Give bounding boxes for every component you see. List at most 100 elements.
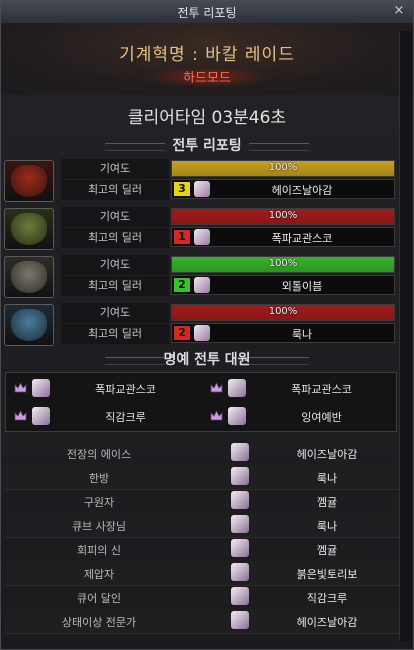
difficulty-mode: 하드모드 bbox=[183, 71, 231, 86]
dealer-name: 폭파교관스코 bbox=[271, 232, 333, 245]
contribution-value: 100% bbox=[268, 306, 298, 317]
report-section-title: 전투 리포팅 bbox=[172, 138, 242, 154]
honor-panel: 폭파교관스코 폭파교관스코 직감크루 잉여예반 bbox=[5, 372, 397, 432]
rank-badge: 3 bbox=[174, 182, 190, 196]
honor-member: 잉여예반 bbox=[202, 403, 397, 431]
award-title: 큐브 사장님 bbox=[71, 520, 127, 533]
honor-member-name: 직감크루 bbox=[105, 411, 146, 424]
ornament-left bbox=[105, 143, 165, 151]
award-player: 붉은빛토리보 bbox=[296, 568, 358, 581]
contribution-bar: 100% bbox=[171, 208, 395, 225]
top-dealer: 3 헤이즈날아감 bbox=[171, 179, 395, 199]
contribution-bar: 100% bbox=[171, 304, 395, 321]
award-title: 한방 bbox=[88, 472, 110, 485]
honor-member: 직감크루 bbox=[6, 403, 201, 431]
scrollbar[interactable] bbox=[399, 31, 412, 641]
contribution-bar: 100% bbox=[171, 160, 395, 177]
ornament-left bbox=[105, 357, 165, 365]
dealer-name: 룩나 bbox=[291, 328, 313, 341]
dealer-name: 헤이즈날아감 bbox=[271, 184, 333, 197]
report-section-header: 전투 리포팅 bbox=[1, 135, 413, 157]
battle-report-window: 전투 리포팅 × 기계혁명 : 바칼 레이드 하드모드 클리어타임 03분46초… bbox=[0, 0, 414, 650]
crown-icon bbox=[210, 382, 223, 393]
contribution-value: 100% bbox=[268, 162, 298, 173]
top-dealer: 2 룩나 bbox=[171, 323, 395, 343]
character-avatar bbox=[231, 563, 249, 581]
award-title: 회피의 신 bbox=[77, 544, 121, 557]
contribution-label: 기여도 bbox=[61, 303, 169, 323]
top-dealer: 1 폭파교관스코 bbox=[171, 227, 395, 247]
rank-badge: 2 bbox=[174, 278, 190, 292]
award-row: 구원자 껨귤 bbox=[5, 489, 405, 514]
award-row: 제압자 붉은빛토리보 bbox=[5, 561, 405, 586]
clear-time: 클리어타임 03분46초 bbox=[127, 108, 287, 128]
boss-report-row: 기여도 100% 최고의 딜러 2 외톨이븜 bbox=[1, 255, 413, 301]
character-avatar bbox=[194, 277, 210, 293]
boss-report-row: 기여도 100% 최고의 딜러 2 룩나 bbox=[1, 303, 413, 349]
character-avatar bbox=[231, 443, 249, 461]
contribution-label: 기여도 bbox=[61, 255, 169, 275]
character-avatar bbox=[228, 379, 246, 397]
top-dealer-label: 최고의 딜러 bbox=[61, 324, 169, 344]
award-player: 껨귤 bbox=[316, 496, 338, 509]
award-row: 회피의 신 껨귤 bbox=[5, 537, 405, 562]
award-row: 큐어 달인 직감크루 bbox=[5, 585, 405, 610]
blue-mech-boss-icon bbox=[4, 304, 54, 346]
award-player: 헤이즈날아감 bbox=[296, 616, 358, 629]
title-bar[interactable]: 전투 리포팅 × bbox=[1, 1, 413, 24]
award-title: 제압자 bbox=[83, 568, 115, 581]
honor-section-title: 명예 전투 대원 bbox=[163, 352, 251, 368]
red-mech-boss-icon bbox=[4, 160, 54, 202]
character-avatar bbox=[194, 325, 210, 341]
boss-report-row: 기여도 100% 최고의 딜러 1 폭파교관스코 bbox=[1, 207, 413, 253]
honor-member: 폭파교관스코 bbox=[202, 375, 397, 403]
character-avatar bbox=[194, 229, 210, 245]
award-player: 룩나 bbox=[316, 520, 338, 533]
character-avatar bbox=[231, 611, 249, 629]
crown-icon bbox=[14, 410, 27, 421]
close-icon[interactable]: × bbox=[391, 3, 407, 19]
award-title: 구원자 bbox=[83, 496, 115, 509]
honor-member-name: 폭파교관스코 bbox=[95, 383, 156, 396]
award-player: 껨귤 bbox=[316, 544, 338, 557]
character-avatar bbox=[231, 539, 249, 557]
character-avatar bbox=[231, 515, 249, 533]
crown-icon bbox=[14, 382, 27, 393]
rank-badge: 1 bbox=[174, 230, 190, 244]
character-avatar bbox=[231, 587, 249, 605]
contribution-label: 기여도 bbox=[61, 159, 169, 179]
award-row: 전장의 에이스 헤이즈날아감 bbox=[5, 441, 405, 466]
character-avatar bbox=[231, 467, 249, 485]
contribution-value: 100% bbox=[268, 258, 298, 269]
character-avatar bbox=[32, 407, 50, 425]
top-dealer-label: 최고의 딜러 bbox=[61, 276, 169, 296]
award-title: 큐어 달인 bbox=[77, 592, 121, 605]
award-player: 룩나 bbox=[316, 472, 338, 485]
dealer-name: 외톨이븜 bbox=[281, 280, 323, 293]
character-avatar bbox=[231, 491, 249, 509]
green-mech-boss-icon bbox=[4, 208, 54, 250]
honor-member-name: 폭파교관스코 bbox=[291, 383, 352, 396]
award-row: 한방 룩나 bbox=[5, 465, 405, 490]
honor-member-name: 잉여예반 bbox=[301, 411, 342, 424]
top-dealer-label: 최고의 딜러 bbox=[61, 228, 169, 248]
award-row: 큐브 사장님 룩나 bbox=[5, 513, 405, 538]
award-title: 상태이상 전문가 bbox=[61, 616, 137, 629]
crown-icon bbox=[210, 410, 223, 421]
top-dealer-label: 최고의 딜러 bbox=[61, 180, 169, 200]
ornament-right bbox=[249, 143, 309, 151]
ornament-right bbox=[249, 357, 309, 365]
character-avatar bbox=[194, 181, 210, 197]
contribution-value: 100% bbox=[268, 210, 298, 221]
character-avatar bbox=[32, 379, 50, 397]
award-title: 전장의 에이스 bbox=[66, 448, 132, 461]
contribution-label: 기여도 bbox=[61, 207, 169, 227]
character-avatar bbox=[228, 407, 246, 425]
rank-badge: 2 bbox=[174, 326, 190, 340]
raid-header: 기계혁명 : 바칼 레이드 하드모드 bbox=[1, 23, 413, 95]
window-title: 전투 리포팅 bbox=[177, 6, 237, 20]
award-player: 직감크루 bbox=[306, 592, 348, 605]
gray-mech-boss-icon bbox=[4, 256, 54, 298]
top-dealer: 2 외톨이븜 bbox=[171, 275, 395, 295]
raid-title: 기계혁명 : 바칼 레이드 bbox=[119, 45, 295, 65]
